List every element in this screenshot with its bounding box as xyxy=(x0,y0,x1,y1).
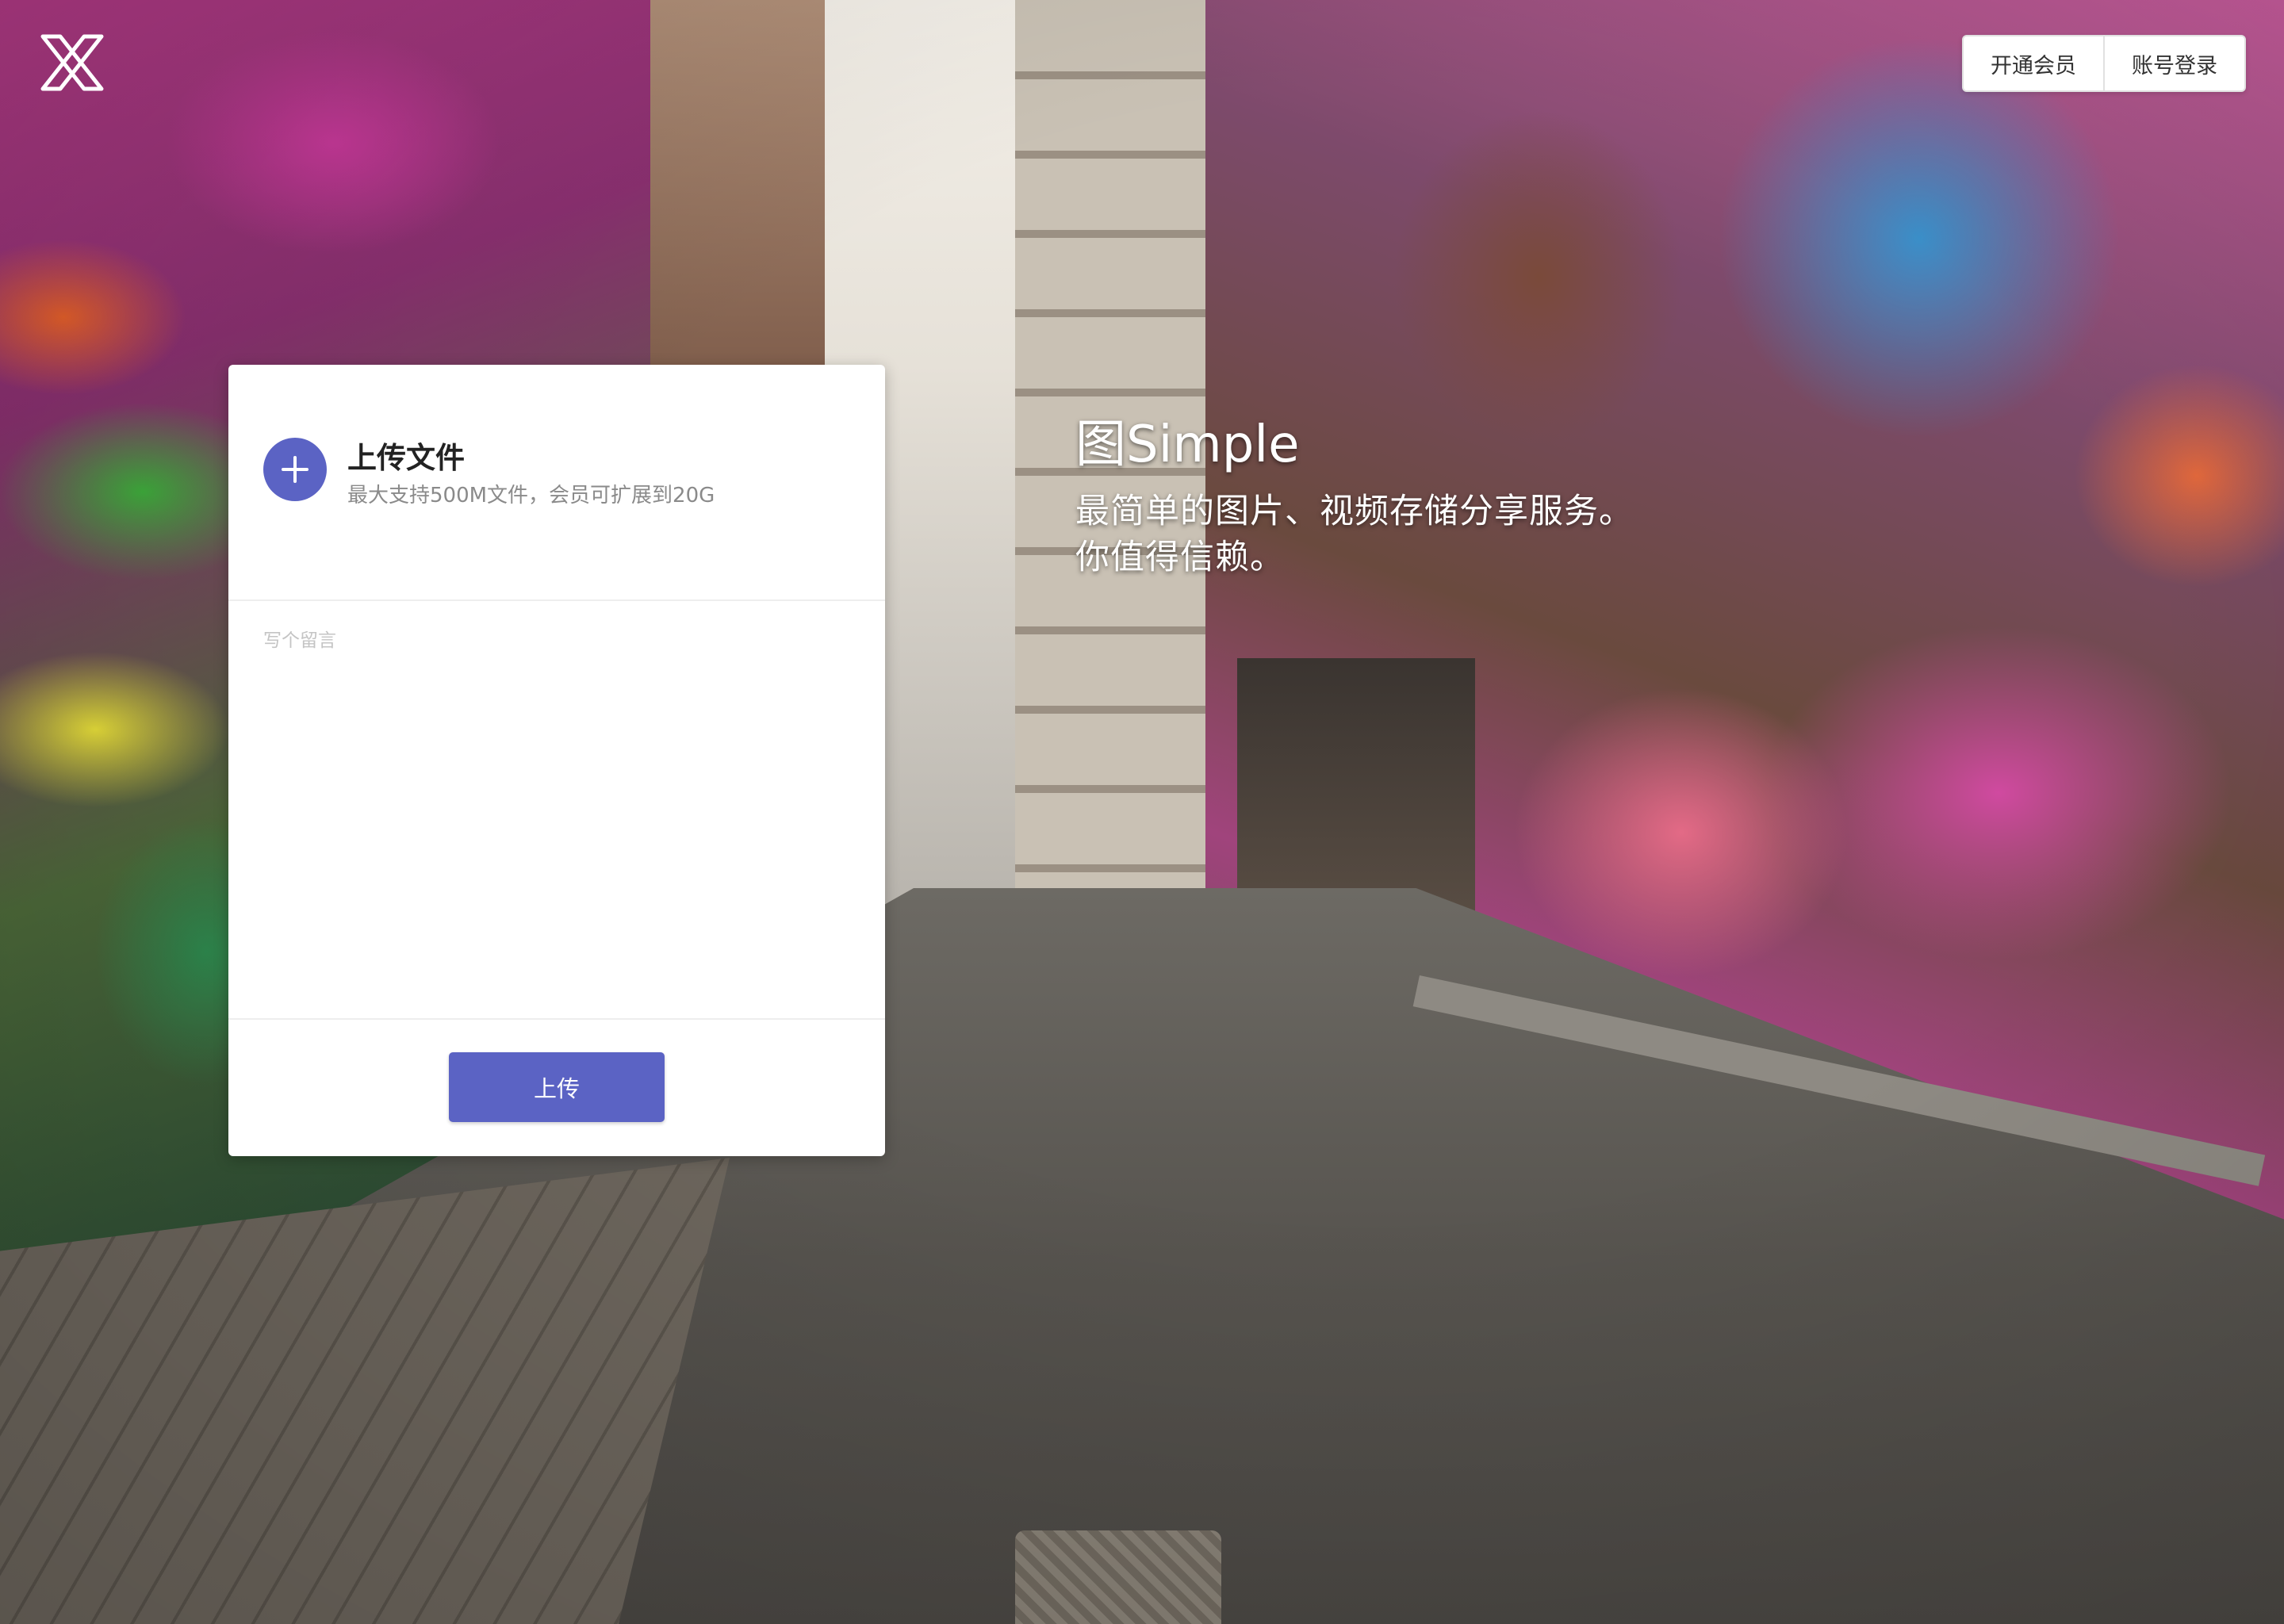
plus-icon[interactable] xyxy=(263,438,327,501)
message-input[interactable] xyxy=(228,601,885,1020)
hero-tagline: 最简单的图片、视频存储分享服务。 xyxy=(1075,492,1634,531)
hero-trust-line: 你值得信赖。 xyxy=(1075,538,1285,577)
login-button[interactable]: 账号登录 xyxy=(2103,36,2244,90)
upload-title[interactable]: 上传文件 xyxy=(347,439,715,477)
upload-card-header: 上传文件 最大支持500M文件，会员可扩展到20G xyxy=(228,365,885,601)
hero-title: 图Simple xyxy=(1075,416,1300,474)
upload-button[interactable]: 上传 xyxy=(449,1052,665,1122)
top-actions: 开通会员 账号登录 xyxy=(1962,35,2246,92)
upload-header-text: 上传文件 最大支持500M文件，会员可扩展到20G xyxy=(347,439,715,511)
x-logo-icon[interactable] xyxy=(38,33,106,92)
page: 开通会员 账号登录 上传文件 最大支持500M文件，会员可扩展到20G 上传 图… xyxy=(0,0,2284,1624)
upload-card: 上传文件 最大支持500M文件，会员可扩展到20G 上传 xyxy=(228,365,885,1156)
upload-subtitle: 最大支持500M文件，会员可扩展到20G xyxy=(347,484,715,508)
hero: 图Simple 最简单的图片、视频存储分享服务。 你值得信赖。 xyxy=(1075,409,1634,580)
upload-card-footer: 上传 xyxy=(228,1020,885,1155)
membership-button[interactable]: 开通会员 xyxy=(1964,36,2103,90)
